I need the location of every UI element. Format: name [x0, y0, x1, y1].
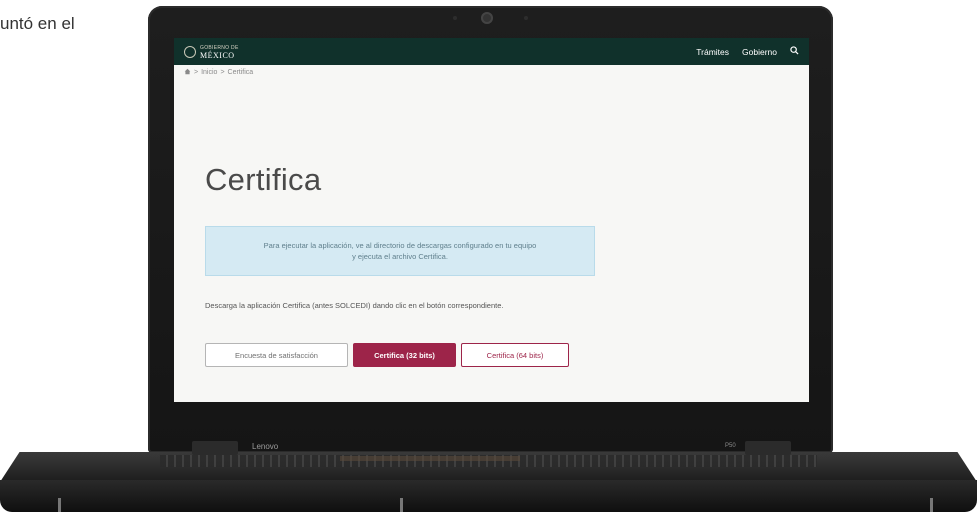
button-row: Encuesta de satisfacción Certifica (32 b…	[205, 343, 569, 367]
site-logo[interactable]: GOBIERNO DE MÉXICO	[184, 45, 239, 59]
search-icon[interactable]	[790, 46, 799, 57]
breadcrumb-current: Certifica	[227, 69, 254, 76]
background-caption-text: untó en el	[0, 14, 75, 33]
nav-gobierno[interactable]: Gobierno	[742, 47, 777, 57]
laptop-base	[0, 480, 977, 512]
breadcrumb: > Inicio > Certifica	[174, 65, 809, 80]
logo-text: GOBIERNO DE MÉXICO	[200, 45, 239, 60]
alert-line-1: Para ejecutar la aplicación, ve al direc…	[263, 241, 537, 250]
breadcrumb-separator: >	[194, 69, 199, 76]
home-icon[interactable]	[184, 68, 191, 77]
base-foot	[400, 498, 403, 512]
sensor-dot	[453, 16, 457, 20]
laptop-lid: GOBIERNO DE MÉXICO Trámites Gobierno > I…	[148, 6, 833, 453]
logo-big-text: MÉXICO	[200, 50, 235, 60]
breadcrumb-home[interactable]: Inicio	[201, 69, 217, 76]
hinge-right	[745, 441, 791, 455]
site-header: GOBIERNO DE MÉXICO Trámites Gobierno	[174, 38, 809, 65]
page-title: Certifica	[205, 162, 322, 197]
info-alert: Para ejecutar la aplicación, ve al direc…	[205, 226, 595, 276]
breadcrumb-separator: >	[220, 69, 225, 76]
screen: GOBIERNO DE MÉXICO Trámites Gobierno > I…	[174, 38, 809, 402]
base-foot	[58, 498, 61, 512]
seal-icon	[184, 45, 196, 58]
download-64bit-button[interactable]: Certifica (64 bits)	[461, 343, 569, 367]
sensor-dot	[524, 16, 528, 20]
download-32bit-button[interactable]: Certifica (32 bits)	[353, 343, 456, 367]
hinge-left	[192, 441, 238, 455]
base-foot	[930, 498, 933, 512]
model-label: P50	[725, 443, 736, 449]
survey-button[interactable]: Encuesta de satisfacción	[205, 343, 348, 367]
brand-label: Lenovo	[252, 442, 279, 451]
webcam	[481, 12, 493, 24]
main-nav: Trámites Gobierno	[696, 46, 799, 57]
nav-tramites[interactable]: Trámites	[696, 47, 729, 57]
trackpad-buttons	[340, 456, 520, 461]
download-description: Descarga la aplicación Certifica (antes …	[205, 301, 504, 310]
alert-line-2: y ejecuta el archivo Certifica.	[352, 252, 448, 261]
